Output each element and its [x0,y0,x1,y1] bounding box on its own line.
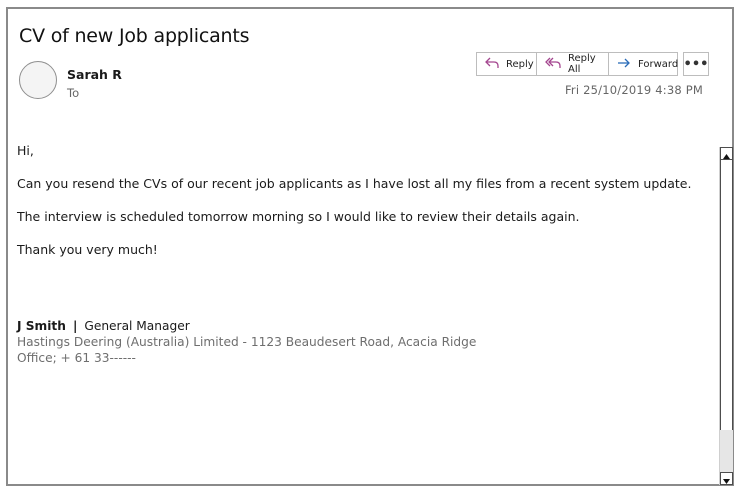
body-greeting: Hi, [17,143,34,158]
signature-title: General Manager [84,319,190,333]
signature-name: J Smith [17,319,66,333]
forward-arrow-icon [617,58,638,71]
reply-all-arrow-icon [545,57,568,72]
signature-name-line: J Smith | General Manager [17,318,476,334]
body-paragraph: Can you resend the CVs of our recent job… [17,176,692,191]
scroll-down-button[interactable] [720,472,733,485]
reply-button[interactable]: Reply [477,53,537,75]
reply-all-label: Reply All [568,53,596,75]
body-paragraph: The interview is scheduled tomorrow morn… [17,209,580,224]
body-closing: Thank you very much! [17,242,158,257]
scroll-up-button[interactable] [720,147,733,160]
reply-all-button[interactable]: Reply All [537,53,609,75]
more-actions-button[interactable]: ••• [683,52,709,76]
forward-label: Forward [638,58,679,70]
email-signature: J Smith | General Manager Hastings Deering… [17,318,476,366]
email-body: Hi, Can you resend the CVs of our recent… [17,143,707,275]
email-subject: CV of new Job applicants [19,25,250,47]
reply-label: Reply [506,58,534,70]
reply-arrow-icon [485,57,506,72]
signature-office-phone: Office; + 61 33------ [17,351,136,365]
signature-separator: | [72,319,78,333]
to-label: To [67,86,80,100]
scroll-thumb[interactable] [720,160,733,430]
vertical-scrollbar[interactable] [719,147,733,485]
signature-company-address: Hastings Deering (Australia) Limited - 1… [17,335,477,349]
forward-button[interactable]: Forward [609,53,679,75]
sender-avatar [19,61,57,99]
email-window: CV of new Job applicants Sarah R To Repl… [6,7,734,486]
email-date: Fri 25/10/2019 4:38 PM [564,83,703,97]
triangle-down-icon [723,469,730,488]
sender-name[interactable]: Sarah R [67,67,122,82]
action-toolbar: Reply Reply All Forward [476,52,678,76]
